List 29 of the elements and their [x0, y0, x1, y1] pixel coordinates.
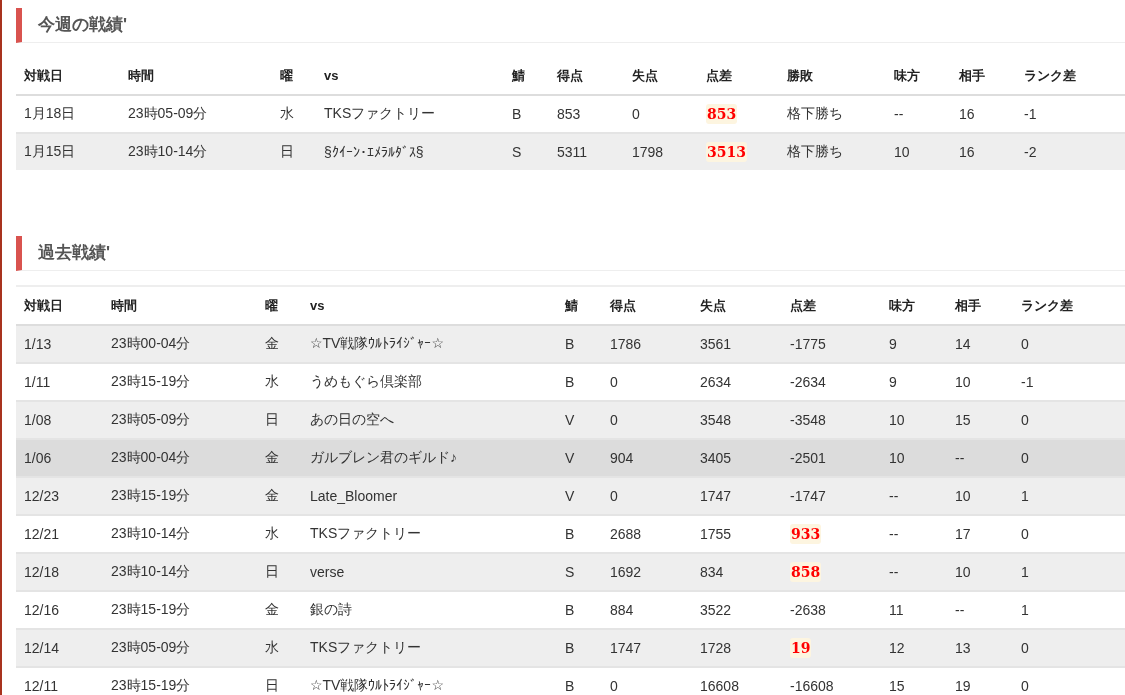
table-cell: -16608: [782, 667, 881, 695]
table-cell: 23時15-19分: [103, 667, 257, 695]
table-cell: ☆TV戦隊ｳﾙﾄﾗｲｼﾞｬｰ☆: [302, 667, 557, 695]
table-cell: 0: [1013, 667, 1125, 695]
section-heading: 今週の戦績': [16, 8, 1125, 43]
table-cell: S: [504, 133, 549, 170]
table-cell: 12/11: [16, 667, 103, 695]
table-cell: 1月15日: [16, 133, 120, 170]
table-cell: B: [557, 667, 602, 695]
table-cell: 16: [951, 133, 1016, 170]
table-cell: 日: [272, 133, 316, 170]
table-cell: -2: [1016, 133, 1125, 170]
table-cell: 858: [790, 562, 822, 582]
table-cell: 933: [790, 524, 822, 544]
table-cell: 5311: [549, 133, 624, 170]
table-cell: §ｸｲｰﾝ･ｴﾒﾗﾙﾀﾞｽ§: [316, 133, 504, 170]
table-cell: 19: [790, 638, 812, 658]
table-cell: 10: [886, 133, 951, 170]
table-cell: 15: [881, 667, 947, 695]
table-cell: 3513: [706, 142, 747, 162]
table-cell: 0: [602, 667, 692, 695]
table-cell: 16608: [692, 667, 782, 695]
table-cell: 23時10-14分: [120, 133, 272, 170]
table-cell: 日: [257, 667, 302, 695]
table-cell: 19: [947, 667, 1013, 695]
section-heading: 過去戦績': [16, 236, 1125, 271]
table-cell: 1798: [624, 133, 698, 170]
table-cell: 格下勝ち: [779, 133, 886, 170]
table-cell: 853: [706, 104, 738, 124]
